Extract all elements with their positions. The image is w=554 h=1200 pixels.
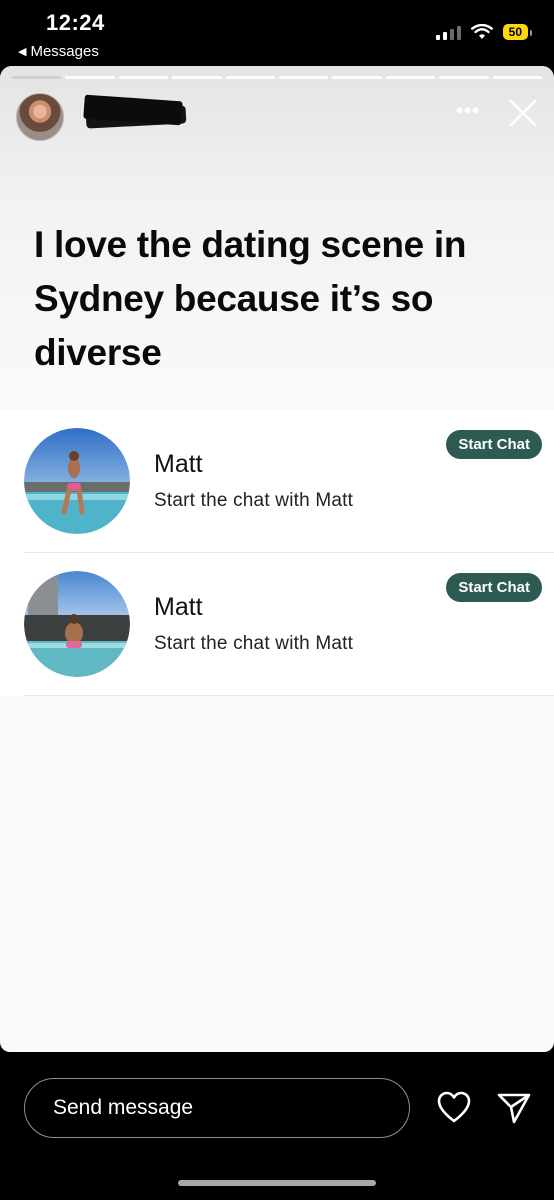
status-icons: 50 [435, 24, 533, 40]
start-chat-button[interactable]: Start Chat [446, 430, 542, 459]
back-label: Messages [30, 43, 99, 60]
chat-suggestion-row[interactable]: Matt Start the chat with Matt Start Chat [24, 553, 554, 696]
chat-suggestion-row[interactable]: Matt Start the chat with Matt Start Chat [24, 410, 554, 553]
progress-segment [492, 76, 543, 79]
progress-segment [332, 76, 382, 79]
status-bar: 12:24 ◀ Messages 50 [0, 0, 554, 66]
status-time: 12:24 [46, 10, 105, 35]
battery-indicator: 50 [502, 24, 533, 40]
chat-suggestion-list: Matt Start the chat with Matt Start Chat [0, 410, 554, 696]
back-triangle-icon: ◀ [18, 46, 27, 58]
story-author-avatar[interactable] [16, 93, 64, 141]
heart-icon[interactable] [436, 1090, 472, 1126]
progress-segment [12, 76, 62, 79]
start-chat-button[interactable]: Start Chat [446, 573, 542, 602]
progress-segment [385, 76, 436, 79]
story-header: j n ••• [16, 90, 538, 141]
more-options-icon[interactable]: ••• [456, 100, 480, 123]
progress-segment [118, 76, 169, 79]
chat-contact-subtitle: Start the chat with Matt [154, 633, 354, 654]
chat-contact-subtitle: Start the chat with Matt [154, 490, 354, 511]
back-to-messages-link[interactable]: ◀ Messages [18, 43, 99, 60]
cellular-signal-icon [435, 24, 461, 40]
story-headline: I love the dating scene in Sydney becaus… [34, 224, 467, 373]
progress-segment [225, 76, 276, 79]
send-message-input[interactable]: Send message [24, 1078, 410, 1138]
close-icon[interactable] [508, 98, 538, 128]
story-progress-bar [12, 76, 543, 79]
progress-segment [279, 76, 329, 79]
home-indicator [178, 1180, 376, 1186]
progress-segment [65, 76, 115, 79]
progress-segment [439, 76, 489, 79]
chat-contact-name: Matt [154, 593, 203, 621]
wifi-icon [470, 24, 493, 39]
chat-contact-name: Matt [154, 450, 203, 478]
story-card[interactable]: j n ••• I love the dating scene in Sydne… [0, 66, 554, 1052]
send-direct-icon[interactable] [496, 1090, 532, 1126]
progress-segment [172, 76, 222, 79]
profile-photo[interactable] [24, 428, 130, 534]
profile-photo[interactable] [24, 571, 130, 677]
